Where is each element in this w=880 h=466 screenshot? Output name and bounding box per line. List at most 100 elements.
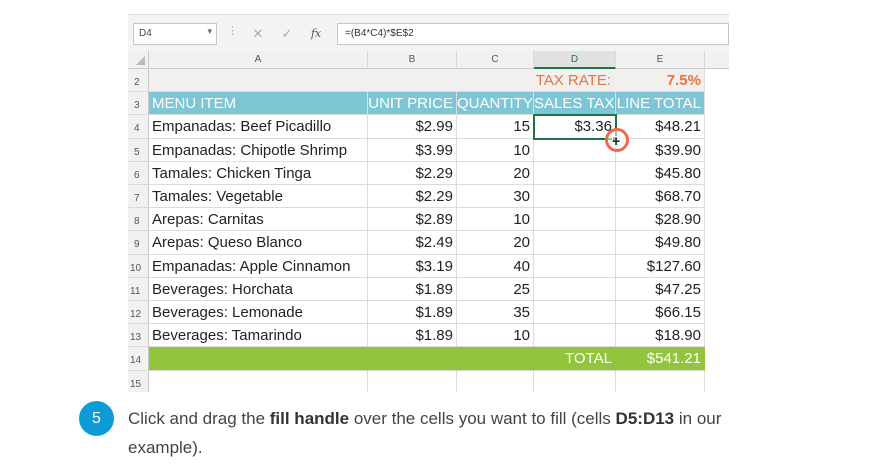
cell-unit-price[interactable]: $1.89 [368,277,457,301]
cell-b2[interactable] [368,69,457,93]
cell-sales-tax[interactable] [534,208,616,232]
cell-menu-item[interactable]: Beverages: Lemonade [149,301,368,325]
cell-line-total[interactable]: $127.60 [616,254,705,278]
cell-sales-tax[interactable] [534,138,616,162]
cell-d15[interactable] [534,370,616,392]
cell-line-total[interactable]: $49.80 [616,231,705,255]
row-3: 3 MENU ITEM UNIT PRICE QUANTITY SALES TA… [128,92,729,116]
cell-line-total[interactable]: $48.21 [616,115,705,139]
cell-menu-item[interactable]: Arepas: Queso Blanco [149,231,368,255]
cell-sales-tax[interactable] [534,185,616,209]
cell-quantity[interactable]: 30 [457,185,534,209]
total-label[interactable]: TOTAL [534,347,616,371]
cell-menu-item[interactable]: Arepas: Carnitas [149,208,368,232]
cell-c14[interactable] [457,347,534,371]
cell-sales-tax[interactable] [534,301,616,325]
cell-c2[interactable] [457,69,534,93]
cell-quantity[interactable]: 10 [457,208,534,232]
column-header-c[interactable]: C [457,51,534,69]
cell-unit-price[interactable]: $3.99 [368,138,457,162]
header-unit-price[interactable]: UNIT PRICE [368,92,457,116]
cell-menu-item[interactable]: Empanadas: Chipotle Shrimp [149,138,368,162]
cell-quantity[interactable]: 20 [457,231,534,255]
row-header[interactable]: 8 [128,208,149,232]
cell-unit-price[interactable]: $1.89 [368,301,457,325]
cell-line-total[interactable]: $66.15 [616,301,705,325]
insert-function-icon[interactable]: fx [305,23,327,45]
row-header[interactable]: 14 [128,347,149,371]
cell-line-total[interactable]: $45.80 [616,161,705,185]
column-header-a[interactable]: A [149,51,368,69]
cell-unit-price[interactable]: $2.49 [368,231,457,255]
cell-quantity[interactable]: 25 [457,277,534,301]
cell-line-total[interactable]: $28.90 [616,208,705,232]
formula-input[interactable]: =(B4*C4)*$E$2 [337,23,729,45]
cell-line-total[interactable]: $39.90 [616,138,705,162]
row-header[interactable]: 7 [128,185,149,209]
cell-b15[interactable] [368,370,457,392]
name-box[interactable]: D4 ▾ [133,23,217,45]
row-header[interactable]: 15 [128,370,149,392]
column-header-e[interactable]: E [616,51,705,69]
cell-quantity[interactable]: 10 [457,324,534,348]
select-all-corner[interactable] [128,51,149,69]
cell-e15[interactable] [616,370,705,392]
cell-menu-item[interactable]: Beverages: Tamarindo [149,324,368,348]
row-header[interactable]: 13 [128,324,149,348]
total-value[interactable]: $541.21 [616,347,705,371]
row-header[interactable]: 4 [128,115,149,139]
cell-unit-price[interactable]: $1.89 [368,324,457,348]
cell-sales-tax[interactable] [534,277,616,301]
cell-line-total[interactable]: $47.25 [616,277,705,301]
cell-a15[interactable] [149,370,368,392]
row-header[interactable]: 5 [128,138,149,162]
cell-quantity[interactable]: 20 [457,161,534,185]
column-header-b[interactable]: B [368,51,457,69]
cell-unit-price[interactable]: $2.29 [368,161,457,185]
tax-rate-value[interactable]: 7.5% [616,69,705,93]
row-header[interactable]: 10 [128,254,149,278]
row-header[interactable]: 6 [128,161,149,185]
cell-sales-tax[interactable]: $3.36 [534,115,616,139]
header-sales-tax[interactable]: SALES TAX [534,92,616,116]
cancel-icon[interactable]: ✕ [247,23,269,45]
cell-sales-tax[interactable] [534,254,616,278]
table-row: 13 Beverages: Tamarindo $1.89 10 $18.90 [128,324,729,348]
row-header[interactable]: 2 [128,69,149,93]
cell-menu-item[interactable]: Beverages: Horchata [149,277,368,301]
cell-a14[interactable] [149,347,368,371]
cell-sales-tax[interactable] [534,324,616,348]
row-header[interactable]: 3 [128,92,149,116]
cell-quantity[interactable]: 40 [457,254,534,278]
cell-menu-item[interactable]: Tamales: Chicken Tinga [149,161,368,185]
cell-quantity[interactable]: 15 [457,115,534,139]
cell-unit-price[interactable]: $2.29 [368,185,457,209]
header-line-total[interactable]: LINE TOTAL [616,92,705,116]
cell-c15[interactable] [457,370,534,392]
cell-unit-price[interactable]: $3.19 [368,254,457,278]
cell-a2[interactable] [149,69,368,93]
row-header[interactable]: 11 [128,277,149,301]
header-menu-item[interactable]: MENU ITEM [149,92,368,116]
cell-b14[interactable] [368,347,457,371]
chevron-down-icon[interactable]: ▾ [207,26,212,37]
cell-menu-item[interactable]: Tamales: Vegetable [149,185,368,209]
table-row: 6 Tamales: Chicken Tinga $2.29 20 $45.80 [128,161,729,185]
cell-quantity[interactable]: 10 [457,138,534,162]
cell-sales-tax[interactable] [534,161,616,185]
cell-menu-item[interactable]: Empanadas: Beef Picadillo [149,115,368,139]
cell-line-total[interactable]: $68.70 [616,185,705,209]
cell-menu-item[interactable]: Empanadas: Apple Cinnamon [149,254,368,278]
enter-check-icon[interactable]: ✓ [276,23,298,45]
row-header[interactable]: 12 [128,301,149,325]
cell-sales-tax[interactable] [534,231,616,255]
cell-unit-price[interactable]: $2.99 [368,115,457,139]
header-quantity[interactable]: QUANTITY [457,92,534,116]
row-header[interactable]: 9 [128,231,149,255]
cell-line-total[interactable]: $18.90 [616,324,705,348]
cell-quantity[interactable]: 35 [457,301,534,325]
tax-rate-label[interactable]: TAX RATE: [534,69,616,93]
column-header-f[interactable] [705,51,729,69]
cell-unit-price[interactable]: $2.89 [368,208,457,232]
column-header-d[interactable]: D [534,51,616,69]
